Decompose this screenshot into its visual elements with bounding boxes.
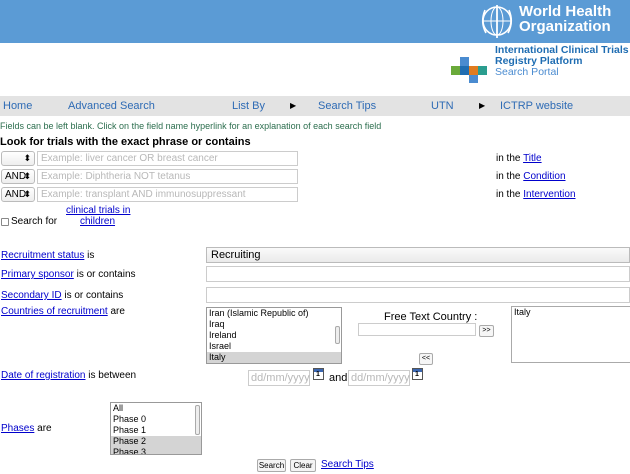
secondary-id-suffix: is or contains bbox=[61, 290, 124, 301]
calendar-to-icon[interactable]: 1 bbox=[412, 368, 423, 380]
ictrp-title-line3: Search Portal bbox=[495, 66, 559, 78]
country-option[interactable]: Ireland bbox=[207, 330, 341, 341]
primary-sponsor-suffix: is or contains bbox=[73, 269, 136, 280]
ictrp-title: International Clinical Trials Registry P… bbox=[495, 45, 629, 78]
date-to-input[interactable]: dd/mm/yyyy bbox=[348, 370, 410, 386]
select-arrows-icon: ⬍ bbox=[23, 153, 31, 163]
date-registration-label: Date of registration is between bbox=[1, 370, 136, 381]
date-and-label: and bbox=[329, 372, 348, 384]
who-emblem-icon bbox=[481, 5, 513, 38]
date-registration-link[interactable]: Date of registration bbox=[1, 370, 86, 381]
nav-ictrp-website[interactable]: ICTRP website bbox=[500, 100, 573, 112]
bottom-search-tips-link[interactable]: Search Tips bbox=[321, 459, 374, 470]
operator-select-3[interactable]: AND ⬍ bbox=[1, 187, 35, 202]
search-for-label: Search for bbox=[11, 216, 58, 227]
title-search-input[interactable]: Example: liver cancer OR breast cancer bbox=[37, 151, 298, 166]
nav-utn[interactable]: UTN bbox=[431, 100, 454, 112]
search-button[interactable]: Search bbox=[257, 459, 286, 472]
nav-home[interactable]: Home bbox=[3, 100, 32, 112]
phases-listbox[interactable]: All Phase 0 Phase 1 Phase 2 Phase 3 bbox=[110, 402, 202, 455]
selected-country-option[interactable]: Italy bbox=[512, 307, 630, 318]
date-from-input[interactable]: dd/mm/yyyy bbox=[248, 370, 310, 386]
recruitment-status-suffix: is bbox=[84, 250, 95, 261]
add-country-button[interactable]: >> bbox=[479, 325, 494, 337]
phase-option[interactable]: Phase 3 bbox=[111, 447, 201, 454]
intervention-field-link[interactable]: Intervention bbox=[523, 189, 575, 200]
nav-list-by-arrow-icon[interactable]: ▶ bbox=[290, 101, 296, 110]
countries-label: Countries of recruitment are bbox=[1, 306, 125, 317]
remove-country-button[interactable]: << bbox=[419, 353, 433, 365]
selected-countries-listbox[interactable]: Italy bbox=[511, 306, 630, 363]
children-checkbox[interactable] bbox=[1, 218, 9, 226]
recruitment-status-link[interactable]: Recruitment status bbox=[1, 250, 84, 261]
main-nav: Home Advanced Search List By ▶ Search Ti… bbox=[0, 96, 630, 116]
operator-select-2[interactable]: AND ⬍ bbox=[1, 169, 35, 184]
country-option-selected[interactable]: Italy bbox=[207, 352, 341, 363]
in-the-intervention-label: in the Intervention bbox=[496, 189, 576, 200]
primary-sponsor-input[interactable] bbox=[206, 266, 630, 282]
phases-scrollbar[interactable] bbox=[195, 405, 200, 435]
secondary-id-label: Secondary ID is or contains bbox=[1, 290, 123, 301]
free-text-country-label: Free Text Country : bbox=[384, 311, 478, 323]
recruitment-status-label: Recruitment status is bbox=[1, 250, 94, 261]
who-title-line1: World Health bbox=[519, 3, 612, 20]
countries-link[interactable]: Countries of recruitment bbox=[1, 306, 108, 317]
phase-option[interactable]: Phase 0 bbox=[111, 414, 201, 425]
nav-advanced-search[interactable]: Advanced Search bbox=[68, 100, 155, 112]
title-field-link[interactable]: Title bbox=[523, 153, 542, 164]
in-the-condition-label: in the Condition bbox=[496, 171, 566, 182]
countries-scrollbar[interactable] bbox=[335, 326, 340, 344]
countries-listbox[interactable]: Iran (Islamic Republic of) Iraq Ireland … bbox=[206, 307, 342, 364]
condition-field-link[interactable]: Condition bbox=[523, 171, 565, 182]
phase-option[interactable]: All bbox=[111, 403, 201, 414]
calendar-glyph: 1 bbox=[316, 371, 320, 378]
children-link-line2: children bbox=[80, 216, 116, 227]
nav-list-by[interactable]: List By bbox=[232, 100, 265, 112]
country-option[interactable]: Iraq bbox=[207, 319, 341, 330]
country-option[interactable]: Israel bbox=[207, 341, 341, 352]
primary-sponsor-link[interactable]: Primary sponsor bbox=[1, 269, 74, 280]
who-title-line2: Organization bbox=[519, 18, 611, 35]
secondary-id-input[interactable] bbox=[206, 287, 630, 303]
children-link-line1: clinical trials in bbox=[66, 205, 131, 216]
phase-option-selected[interactable]: Phase 2 bbox=[111, 436, 201, 447]
phases-label: Phases are bbox=[1, 423, 52, 434]
in-the-title-label: in the Title bbox=[496, 153, 542, 164]
in-the-prefix: in the bbox=[496, 171, 524, 182]
phases-suffix: are bbox=[34, 423, 52, 434]
who-title: World Health Organization bbox=[519, 4, 611, 34]
calendar-glyph: 1 bbox=[415, 371, 419, 378]
in-the-prefix: in the bbox=[496, 153, 524, 164]
recruitment-status-select[interactable]: Recruiting bbox=[206, 247, 630, 263]
ictrp-logo-icon bbox=[451, 57, 487, 83]
form-hint: Fields can be left blank. Click on the f… bbox=[0, 121, 382, 131]
free-text-country-input[interactable] bbox=[358, 323, 476, 336]
secondary-id-link[interactable]: Secondary ID bbox=[1, 290, 62, 301]
look-for-trials-heading: Look for trials with the exact phrase or… bbox=[0, 136, 251, 148]
children-trials-link[interactable]: clinical trials in children bbox=[66, 205, 130, 227]
phases-link[interactable]: Phases bbox=[1, 423, 34, 434]
nav-search-tips[interactable]: Search Tips bbox=[318, 100, 376, 112]
clear-button[interactable]: Clear bbox=[290, 459, 316, 472]
recruitment-status-value: Recruiting bbox=[211, 249, 261, 261]
nav-utn-arrow-icon[interactable]: ▶ bbox=[479, 101, 485, 110]
select-arrows-icon: ⬍ bbox=[23, 189, 31, 199]
operator-select-1[interactable]: ⬍ bbox=[1, 151, 35, 166]
calendar-from-icon[interactable]: 1 bbox=[313, 368, 324, 380]
primary-sponsor-label: Primary sponsor is or contains bbox=[1, 269, 136, 280]
country-option[interactable]: Iran (Islamic Republic of) bbox=[207, 308, 341, 319]
date-registration-suffix: is between bbox=[85, 370, 137, 381]
condition-search-input[interactable]: Example: Diphtheria NOT tetanus bbox=[37, 169, 298, 184]
in-the-prefix: in the bbox=[496, 189, 524, 200]
intervention-search-input[interactable]: Example: transplant AND immunosuppressan… bbox=[37, 187, 298, 202]
phase-option[interactable]: Phase 1 bbox=[111, 425, 201, 436]
select-arrows-icon: ⬍ bbox=[23, 171, 31, 181]
countries-suffix: are bbox=[107, 306, 125, 317]
